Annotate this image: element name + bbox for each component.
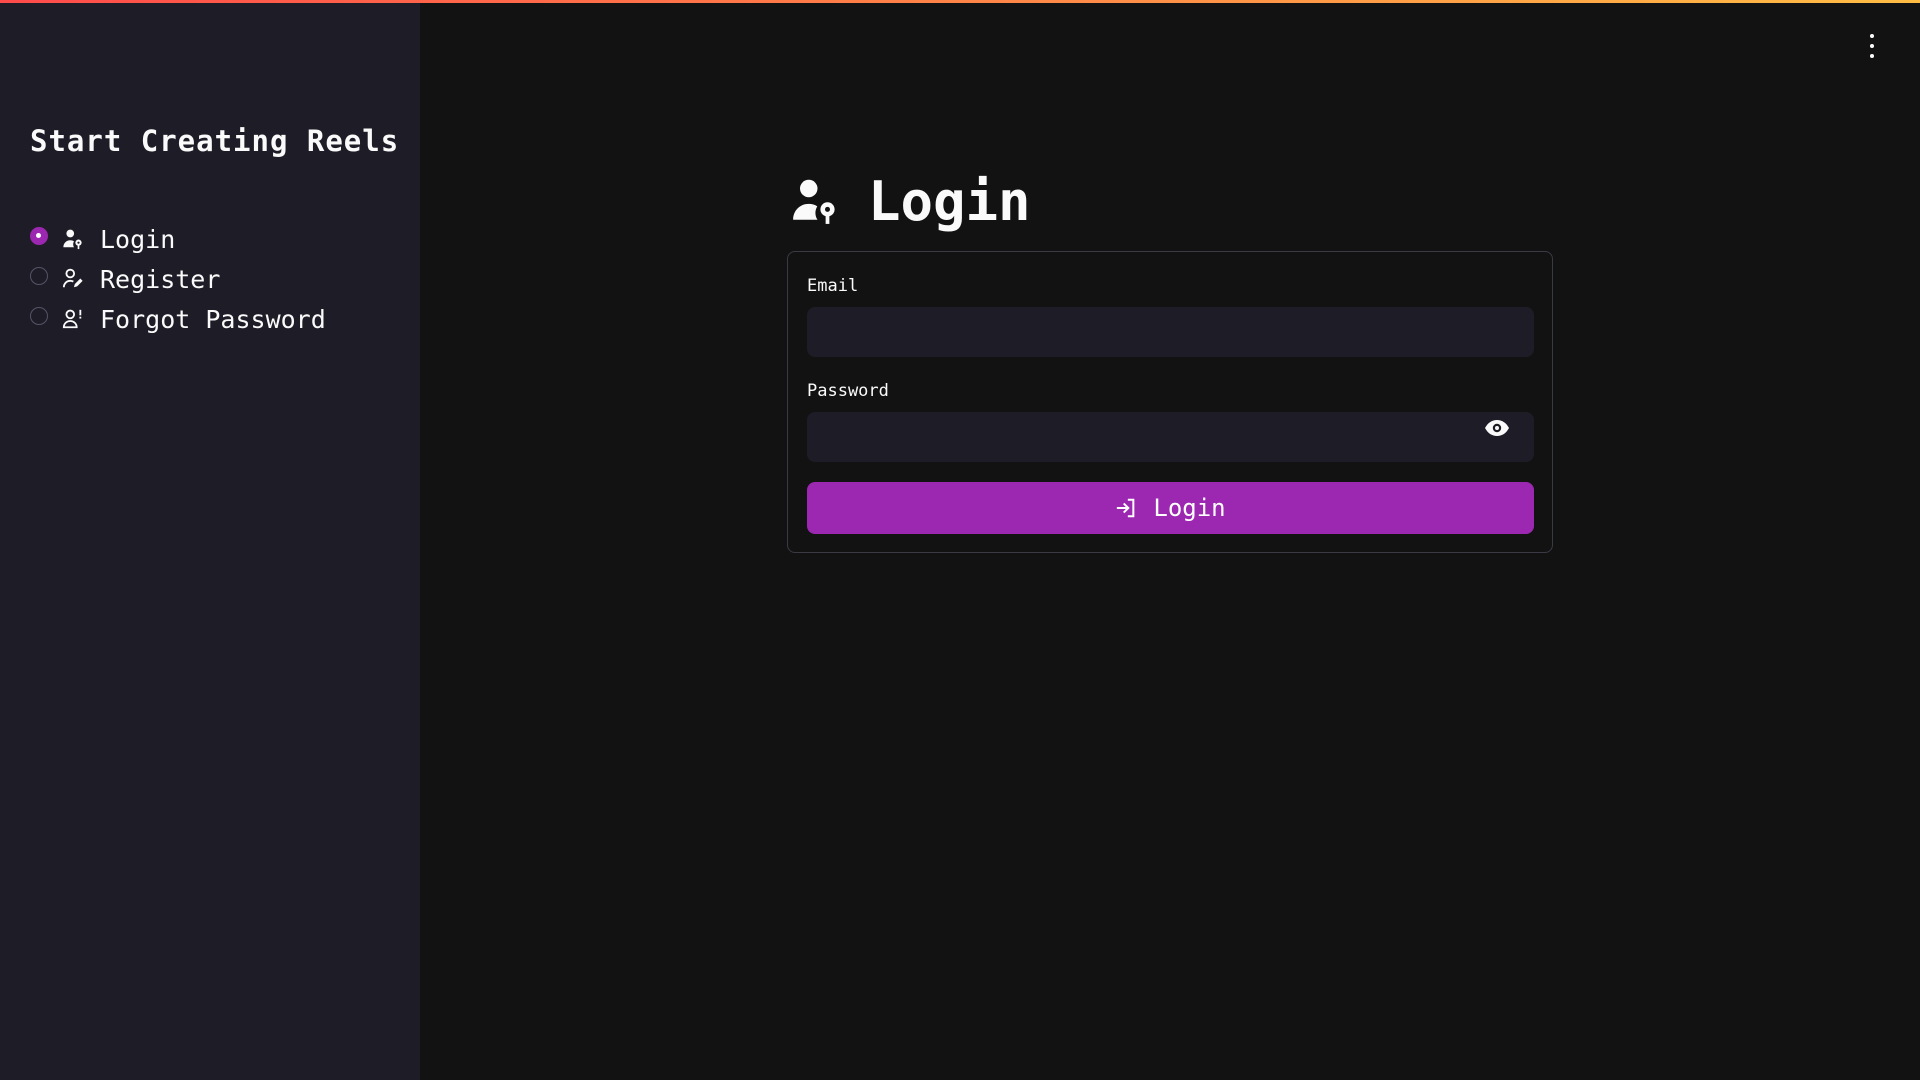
vertical-ellipsis-icon [1870, 34, 1874, 38]
login-button-label: Login [1153, 494, 1226, 522]
page-title-text: Login [868, 169, 1031, 233]
sidebar-title: Start Creating Reels [30, 124, 400, 158]
page-title: Login [790, 166, 1031, 236]
ellipsis-dot [1870, 44, 1874, 48]
nav-label-login: Login [100, 224, 176, 254]
radio-register[interactable] [30, 267, 48, 285]
nav-item-login[interactable]: Login [30, 219, 326, 259]
email-label: Email [807, 276, 859, 296]
user-key-icon [62, 228, 84, 250]
password-field[interactable] [807, 412, 1534, 462]
login-arrow-icon [1115, 497, 1137, 519]
user-key-icon [790, 176, 840, 226]
nav-item-register[interactable]: Register [30, 259, 326, 299]
login-form: Email Password Login [787, 251, 1553, 553]
nav-label-forgot-password: Forgot Password [100, 304, 326, 334]
login-button[interactable]: Login [807, 482, 1534, 534]
user-pen-icon [62, 268, 84, 290]
radio-forgot-password[interactable] [30, 307, 48, 325]
top-decoration-bar [0, 0, 1920, 3]
password-label: Password [807, 381, 889, 401]
show-password-toggle[interactable] [1477, 410, 1517, 446]
auth-nav-radio-group: Login Register Forgot Password [30, 219, 326, 339]
main-menu-button[interactable] [1861, 34, 1883, 58]
eye-icon [1484, 419, 1510, 437]
nav-item-forgot-password[interactable]: Forgot Password [30, 299, 326, 339]
user-exclamation-icon [62, 308, 84, 330]
ellipsis-dot [1870, 54, 1874, 58]
nav-label-register: Register [100, 264, 221, 294]
sidebar: Start Creating Reels Login Register Forg… [0, 0, 420, 1080]
radio-login[interactable] [30, 227, 48, 245]
email-field[interactable] [807, 307, 1534, 357]
